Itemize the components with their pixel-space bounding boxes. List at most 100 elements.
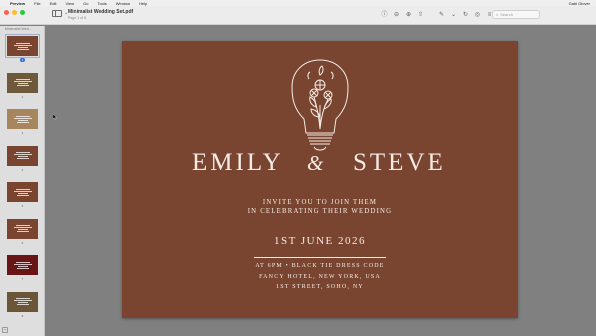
share-icon[interactable]: ⇧ <box>417 11 424 18</box>
thumbnail-text-line <box>16 231 29 232</box>
menu-window[interactable]: Window <box>116 1 130 6</box>
thumbnail-text-line <box>15 115 30 117</box>
sidebar-title: Minimalist Wed... <box>5 27 32 31</box>
page-number-label: 5 <box>21 204 24 208</box>
zoom-in-icon[interactable]: ⊕ <box>405 11 412 18</box>
page-thumbnail[interactable] <box>7 255 38 275</box>
chevron-down-icon[interactable]: ⌄ <box>450 11 457 18</box>
close-button[interactable] <box>4 10 9 15</box>
info-icon[interactable]: ⓘ <box>381 11 388 18</box>
menu-go[interactable]: Go <box>83 1 88 6</box>
thumbnail-text-line <box>15 79 30 80</box>
page-thumbnail[interactable] <box>7 145 38 166</box>
time-dress-code: AT 6PM • BLACK TIE DRESS CODE <box>255 263 385 269</box>
document-page-info: Page 1 of 8 <box>68 16 86 20</box>
wedding-date: 1ST JUNE 2026 <box>273 235 367 247</box>
thumbnail-text-line <box>13 190 32 192</box>
user-name[interactable]: Gabi Glover <box>569 1 590 6</box>
thumbnail-text-line <box>13 154 32 155</box>
zoom-button[interactable] <box>20 10 25 15</box>
markup-icon[interactable]: ◎ <box>474 11 481 18</box>
thumbnail-text-line <box>13 81 32 82</box>
document-title: Minimalist Wedding Set.pdf <box>68 9 134 15</box>
page-thumbnail[interactable] <box>7 218 38 239</box>
rotate-icon[interactable]: ↻ <box>462 11 469 18</box>
thumbnail-text-line <box>17 192 28 194</box>
page-number: 2 <box>0 95 45 99</box>
search-input[interactable]: ⌕ Search <box>492 10 540 19</box>
page-number: 3 <box>0 131 45 135</box>
thumbnail-text-line <box>15 225 30 226</box>
page-number-label: 8 <box>21 313 24 318</box>
search-icon: ⌕ <box>496 12 499 17</box>
markup-pen-icon[interactable]: ✎ <box>438 11 445 18</box>
page-number: 7 <box>0 277 45 281</box>
mouse-cursor-icon <box>53 114 57 120</box>
page-number: 8 <box>0 314 45 318</box>
thumbnail-text-line <box>13 300 32 301</box>
lightbulb-floral-illustration <box>291 59 349 151</box>
thumbnail-text-line <box>17 119 28 121</box>
thumbnail-text-line <box>17 302 28 303</box>
menu-view[interactable]: View <box>65 1 74 6</box>
page-thumbnail[interactable] <box>7 72 38 93</box>
page-thumbnail[interactable] <box>7 291 38 312</box>
thumbnail-text-line <box>15 152 30 153</box>
window-toolbar: ⌄ Minimalist Wedding Set.pdf Page 1 of 8… <box>0 6 596 25</box>
thumbnail-text-line <box>17 46 28 48</box>
search-placeholder: Search <box>500 12 513 17</box>
thumbnail-text-line <box>17 265 28 267</box>
thumbnail-text-line <box>13 227 32 228</box>
street-line: 1ST STREET, SOHO, NY <box>276 284 364 290</box>
page-number-label: 1 <box>19 58 26 62</box>
thumbnail-text-line <box>17 229 28 230</box>
minimize-button[interactable] <box>12 10 17 15</box>
thumbnail-text-line <box>17 156 28 157</box>
page-thumbnail[interactable] <box>5 34 40 58</box>
menu-edit[interactable]: Edit <box>50 1 57 6</box>
invite-line-1: INVITE YOU TO JOIN THEM <box>262 199 378 206</box>
thumbnail-text-line <box>16 194 29 196</box>
window-controls <box>4 10 25 15</box>
thumbnail-text-line <box>13 44 32 46</box>
page-number-label: 3 <box>21 131 24 135</box>
menu-app[interactable]: Preview <box>10 1 25 6</box>
venue-line: FANCY HOTEL, NEW YORK, USA <box>259 274 381 280</box>
page-number-label: 6 <box>21 240 24 245</box>
thumbnail-text-line <box>15 42 30 44</box>
invite-line-2: IN CELEBRATING THEIR WEDDING <box>247 208 393 215</box>
couple-names: EMILY & STEVE <box>122 149 518 177</box>
divider <box>254 257 386 258</box>
thumbnail-text-line <box>16 158 29 159</box>
thumbnail-text-line <box>16 85 29 86</box>
thumbnail-text-line <box>17 83 28 84</box>
thumbnail-text-line <box>13 117 32 119</box>
thumbnail-text-line <box>16 121 29 123</box>
thumbnail-text-line <box>16 48 29 50</box>
page-number-label: 7 <box>21 277 24 281</box>
thumbnail-text-line <box>15 188 30 190</box>
page-number: 4 <box>0 168 45 172</box>
add-icon[interactable]: + <box>2 327 8 333</box>
thumbnail-text-line <box>16 267 29 269</box>
thumbnail-sidebar: Minimalist Wed... 1 2 3 4 5 6 7 8 + <box>0 26 45 336</box>
thumbnail-text-line <box>16 304 29 305</box>
ampersand: & <box>307 151 324 175</box>
groom-name: STEVE <box>353 149 446 176</box>
menu-help[interactable]: Help <box>139 1 147 6</box>
page-number: 6 <box>0 241 45 245</box>
thumbnail-text-line <box>15 298 30 299</box>
menu-tools[interactable]: Tools <box>97 1 106 6</box>
page-number: 5 <box>0 204 45 208</box>
invitation-card: EMILY & STEVE INVITE YOU TO JOIN THEM IN… <box>122 41 518 318</box>
bride-name: EMILY <box>192 149 284 176</box>
page-thumbnail[interactable] <box>7 182 38 202</box>
page-number-label: 2 <box>21 94 24 99</box>
sidebar-toggle-icon[interactable] <box>52 10 62 17</box>
toolbar-actions: ⓘ ⊖ ⊕ ⇧ ✎ ⌄ ↻ ◎ ≡ ⌄ <box>381 11 505 18</box>
page-thumbnail[interactable] <box>7 109 38 129</box>
page-number-label: 4 <box>21 167 24 172</box>
thumbnail-text-line <box>15 261 30 263</box>
zoom-out-icon[interactable]: ⊖ <box>393 11 400 18</box>
menu-file[interactable]: File <box>34 1 40 6</box>
